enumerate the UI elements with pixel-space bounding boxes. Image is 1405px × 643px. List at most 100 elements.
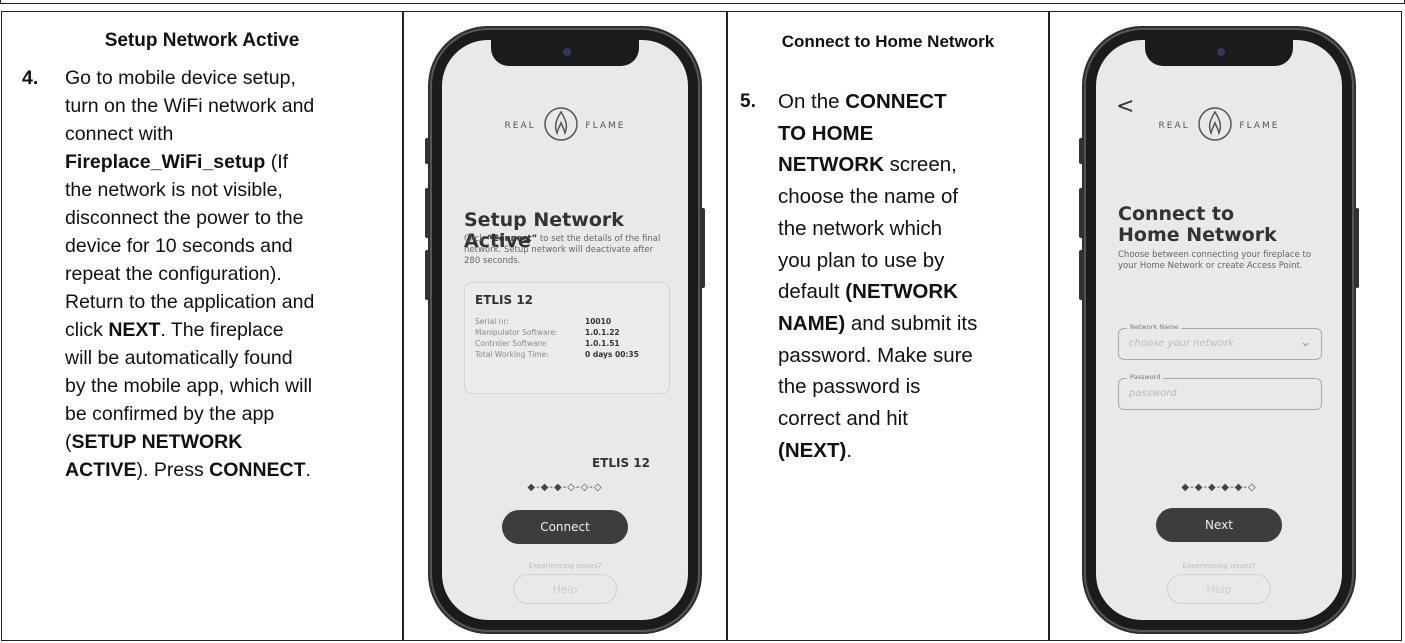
next-button[interactable]: Next [1156,508,1282,542]
text-line: the password is [778,371,1048,403]
text-line: TO HOME [778,118,1048,150]
bold-text: SETUP NETWORK [71,431,243,453]
text: On the [778,90,846,113]
text: repeat the configuration). [65,263,282,285]
text: . [846,438,853,462]
step-4-header: Setup Network Active [104,30,300,51]
text: screen, [883,153,957,177]
bold-text: NETWORK [778,153,884,177]
field-placeholder: password [1129,388,1177,399]
text-line: NAME) and submit its [778,308,1048,340]
bold-text: Fireplace_WiFi_setup [65,151,266,173]
text-line: click NEXT. The fireplace [65,316,410,344]
info-row: Manipulator Software: 1.0.1.22 [475,328,620,337]
notch [1145,40,1293,66]
screen-description: Click “Connect” to set the details of th… [464,234,670,267]
text-line: ACTIVE). Press CONNECT. [65,456,410,484]
progress-dots: ◆-◆-◆-◆-◆-◇ [1181,482,1257,493]
bold-text: (NETWORK [845,280,958,304]
bold-text: ACTIVE [65,459,137,481]
phone-screen: REAL FLAME Setup Network Active Click “C… [442,40,688,620]
text: connect with [65,123,174,145]
power-button [701,208,705,288]
mute-switch [1079,138,1083,164]
network-name-select[interactable]: Network Name choose your network ⌄ [1118,323,1322,360]
text-line: connect with [65,120,410,148]
text-line: will be automatically found [65,344,410,372]
text: be confirmed by the app [65,403,275,425]
password-field[interactable]: Password password [1118,373,1322,410]
info-value: 0 days 00:35 [585,350,639,359]
issues-text: Experiencing issues? [1182,562,1256,570]
bold-text: (NEXT) [778,438,847,462]
text: the password is [778,375,921,399]
step-5-text: On the CONNECT TO HOME NETWORK screen, choo… [778,86,1048,466]
text-line: Go to mobile device setup, [65,64,410,92]
mute-switch [425,138,429,164]
text: you plan to use by [778,248,945,272]
camera-icon [1217,48,1225,56]
bold-text: CONNECT [845,90,947,113]
bold-text: CONNECT [209,459,306,481]
text-line: On the CONNECT [778,86,1048,118]
logo-text-right: FLAME [1239,121,1280,131]
logo-text-left: REAL [1158,121,1190,131]
text: (If [265,151,289,173]
text: . [305,459,311,481]
phone-mockup-setup: REAL FLAME Setup Network Active Click “C… [425,28,705,632]
progress-dots: ◆-◆-◆-◇-◇-◇ [527,482,603,493]
info-value: 10010 [585,317,612,326]
text-line: password. Make sure [778,340,1048,372]
power-button [1355,208,1359,288]
text: . The fireplace [160,319,284,341]
volume-down-button [1079,250,1083,300]
text: ). Press [136,459,210,481]
real-flame-logo: REAL FLAME [1096,106,1342,145]
issues-text: Experiencing issues? [528,562,602,570]
bold-text: TO HOME [778,121,874,145]
text-line: turn on the WiFi network and [65,92,410,120]
logo-text-left: REAL [504,121,536,131]
text-line: by the mobile app, which will [65,372,410,400]
text: turn on the WiFi network and [65,95,315,117]
volume-down-button [425,250,429,300]
help-button[interactable]: Help [513,574,617,604]
text-line: device for 10 seconds and [65,232,410,260]
field-label: Network Name [1127,323,1182,331]
text-line: NETWORK screen, [778,149,1048,181]
info-key: Manipulator Software: [475,328,558,337]
step-number: 4. [22,67,39,89]
step-5-cell: Connect to Home Network 5. On the CONNEC… [728,12,1048,640]
text: Return to the application and [65,291,315,313]
text-line: default (NETWORK [778,276,1048,308]
text: device for 10 seconds and [65,235,293,257]
phone-screen: < REAL FLAME Connect to Home Network Cho… [1096,40,1342,620]
text: will be automatically found [65,347,293,369]
screen-description: Choose between connecting your fireplace… [1118,250,1312,271]
info-row: Serial nr: 10010 [475,317,611,326]
logo-text-right: FLAME [585,121,626,131]
bold-text: NAME) [778,311,846,335]
device-name: ETLIS 12 [591,456,650,470]
instruction-table: Setup Network Active 4. Go to mobile dev… [1,11,1402,641]
step-4-cell: Setup Network Active 4. Go to mobile dev… [2,12,402,640]
text: and submit its [845,311,978,335]
phone-2-cell: < REAL FLAME Connect to Home Network Cho… [1050,12,1402,640]
flame-icon [543,106,579,145]
text-line: repeat the configuration). [65,260,410,288]
text: the network which [778,216,943,240]
connect-button[interactable]: Connect [502,510,628,544]
text: password. Make sure [778,343,973,367]
volume-up-button [425,188,429,238]
step-5-header: Connect to Home Network [781,32,995,51]
text-line: you plan to use by [778,245,1048,277]
text: choose the name of [778,185,959,209]
text: default [778,280,846,304]
desc-bold: “Connect” [486,234,538,244]
text: Go to mobile device setup, [65,67,296,89]
text: correct and hit [778,407,908,431]
help-button[interactable]: Help [1167,574,1271,604]
info-row: Total Working Time: 0 days 00:35 [475,350,639,359]
info-value: 1.0.1.51 [585,339,620,348]
text-line: disconnect the power to the [65,204,410,232]
